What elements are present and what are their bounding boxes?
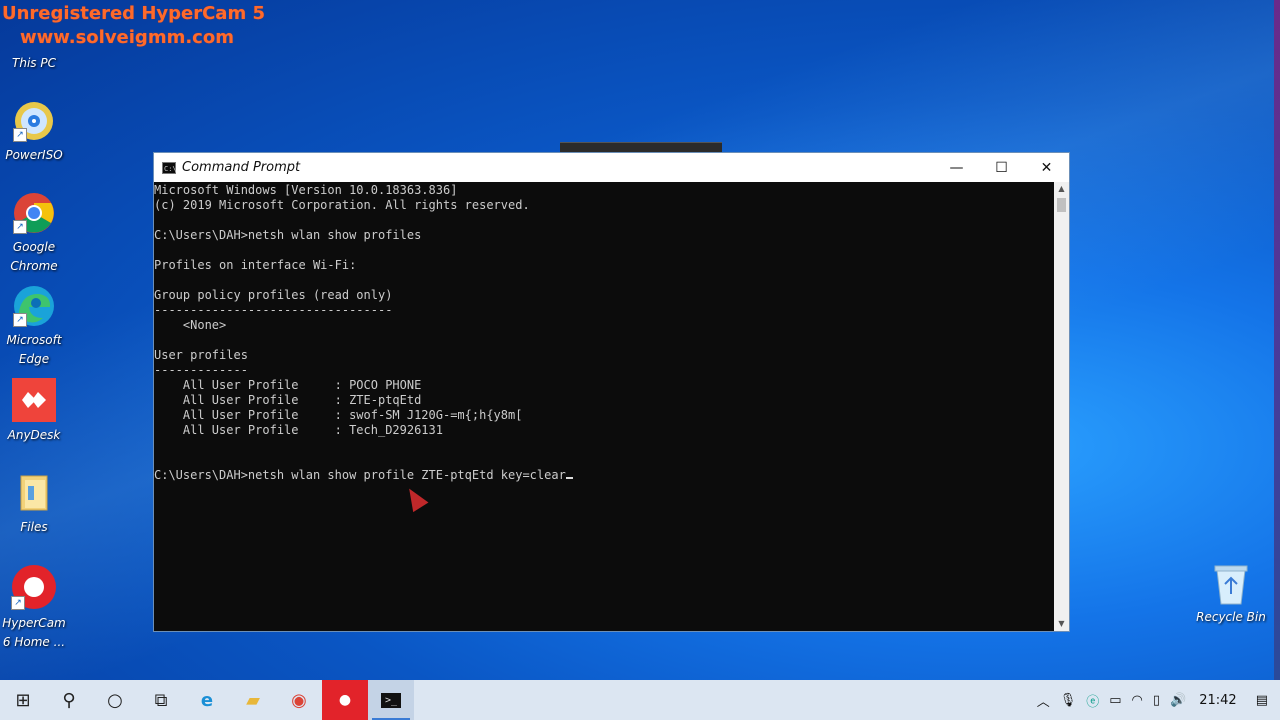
desktop-icon-microsoft-edge[interactable]: ↗ Microsoft Edge (0, 285, 68, 369)
scrollbar-thumb[interactable] (1057, 198, 1066, 212)
action-center-icon[interactable]: ▤ (1256, 693, 1268, 708)
edge-icon: ↗ (13, 285, 55, 327)
command-prompt-icon: C:\ (162, 161, 177, 174)
desktop-icon-this-pc[interactable]: This PC (0, 36, 68, 73)
desktop-icon-label: HyperCam 6 Home ... (2, 616, 66, 649)
clock[interactable]: 21:42 (1199, 693, 1236, 708)
taskbar-windows-start-button[interactable]: ⊞ (0, 680, 46, 720)
cortana-icon: ○ (107, 689, 123, 711)
desktop-icon-poweriso[interactable]: ↗ PowerISO (0, 100, 68, 165)
desktop-icon-hypercam[interactable]: ↗ HyperCam 6 Home ... (0, 564, 68, 652)
command-prompt-window[interactable]: C:\ Command Prompt — ☐ ✕ Microsoft Windo… (153, 152, 1070, 632)
desktop-icon-anydesk[interactable]: AnyDesk (0, 378, 68, 445)
taskbar-task-view-button[interactable]: ⧉ (138, 680, 184, 720)
taskbar: ⊞ ⚲ ○ ⧉ e ▰ ◉ ● >_ ︿ 🎙 ⓔ ▭ ◠ ▯ 🔊 21:42 ▤ (0, 680, 1280, 720)
shortcut-arrow-icon: ↗ (11, 596, 25, 610)
search-icon: ⚲ (62, 689, 76, 711)
taskbar-command-prompt-button[interactable]: >_ (368, 680, 414, 720)
edge-icon: e (200, 689, 214, 711)
desktop-icon-label: This PC (12, 56, 56, 70)
shortcut-arrow-icon: ↗ (13, 220, 27, 234)
taskbar-search-button[interactable]: ⚲ (46, 680, 92, 720)
terminal-line: User profiles (154, 348, 248, 362)
scroll-up-icon[interactable]: ▲ (1054, 182, 1069, 196)
terminal-line: All User Profile : swof-SM J120G-=m{;h{y… (154, 408, 523, 422)
terminal-line: All User Profile : Tech_D2926131 (154, 423, 443, 437)
desktop-icon-label: PowerISO (5, 148, 63, 162)
taskbar-chrome-button[interactable]: ◉ (276, 680, 322, 720)
task-view-icon: ⧉ (154, 689, 168, 711)
shortcut-arrow-icon: ↗ (13, 313, 27, 327)
app-tray-icon[interactable]: ⓔ (1086, 691, 1099, 710)
terminal-line: Microsoft Windows [Version 10.0.18363.83… (154, 183, 458, 197)
terminal-output[interactable]: Microsoft Windows [Version 10.0.18363.83… (154, 182, 1054, 632)
poweriso-icon: ↗ (13, 100, 55, 142)
window-title: Command Prompt (182, 160, 301, 175)
minimize-button[interactable]: — (934, 153, 979, 182)
window-titlebar[interactable]: C:\ Command Prompt — ☐ ✕ (154, 153, 1069, 182)
windows-start-icon: ⊞ (15, 689, 31, 711)
chrome-icon: ◉ (291, 689, 307, 711)
text-cursor (565, 477, 573, 479)
chrome-icon: ↗ (13, 192, 55, 234)
terminal-line: <None> (154, 318, 227, 332)
watermark-line-1: Unregistered HyperCam 5 (2, 3, 266, 24)
taskbar-file-explorer-button[interactable]: ▰ (230, 680, 276, 720)
terminal-line: Profiles on interface Wi-Fi: (154, 258, 357, 272)
desktop-icon-label: Microsoft Edge (6, 333, 62, 366)
maximize-button[interactable]: ☐ (979, 153, 1024, 182)
file-explorer-icon: ▰ (246, 689, 260, 711)
show-hidden-icons-button[interactable]: ︿ (1037, 691, 1050, 710)
terminal-line: All User Profile : POCO PHONE (154, 378, 422, 392)
terminal-line: Group policy profiles (read only) (154, 288, 393, 302)
desktop-icon-label: Files (20, 520, 48, 534)
wifi-icon[interactable]: ◠ (1132, 693, 1143, 708)
taskbar-cortana-button[interactable]: ○ (92, 680, 138, 720)
terminal-line: All User Profile : ZTE-ptqEtd (154, 393, 422, 407)
command-prompt-icon: >_ (380, 692, 402, 708)
scroll-down-icon[interactable]: ▼ (1054, 617, 1069, 631)
terminal-line: C:\Users\DAH>netsh wlan show profiles (154, 228, 422, 242)
battery-status-icon[interactable]: ▯ (1153, 693, 1160, 708)
desktop-icon-files[interactable]: Files (0, 472, 68, 537)
desktop-icon-google-chrome[interactable]: ↗ Google Chrome (0, 192, 68, 276)
hypercam-icon: ↗ (11, 564, 57, 610)
folder-icon (13, 472, 55, 514)
vertical-scrollbar[interactable]: ▲ ▼ (1054, 182, 1069, 631)
taskbar-hypercam-button[interactable]: ● (322, 680, 368, 720)
desktop-edge-strip (1274, 0, 1280, 680)
desktop-icon-label: Google Chrome (10, 240, 58, 273)
recycle-bin-icon (1211, 562, 1251, 606)
terminal-line: (c) 2019 Microsoft Corporation. All righ… (154, 198, 530, 212)
anydesk-icon (12, 378, 56, 422)
system-tray: ︿ 🎙 ⓔ ▭ ◠ ▯ 🔊 21:42 ▤ (1032, 680, 1280, 720)
terminal-line: --------------------------------- (154, 303, 393, 317)
volume-icon[interactable]: 🔊 (1170, 693, 1186, 708)
recycle-bin-label: Recycle Bin (1196, 610, 1266, 624)
terminal-line: ------------- (154, 363, 248, 377)
shortcut-arrow-icon: ↗ (13, 128, 27, 142)
taskbar-edge-button[interactable]: e (184, 680, 230, 720)
terminal-line: C:\Users\DAH>netsh wlan show profile ZTE… (154, 468, 1054, 483)
desktop-icon-recycle-bin[interactable]: Recycle Bin (1196, 562, 1266, 624)
microphone-icon[interactable]: 🎙 (1060, 693, 1077, 708)
battery-icon[interactable]: ▭ (1109, 693, 1121, 708)
desktop-icon-label: AnyDesk (7, 428, 61, 442)
hypercam-icon: ● (338, 692, 352, 708)
close-button[interactable]: ✕ (1024, 153, 1069, 182)
